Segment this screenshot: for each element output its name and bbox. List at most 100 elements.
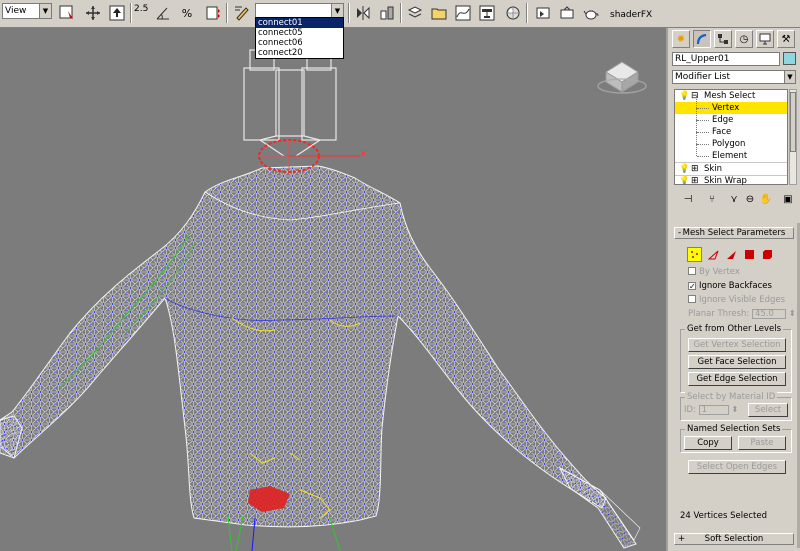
schematic-view-button[interactable] [476, 2, 498, 24]
folder-icon [431, 8, 447, 20]
select-open-edges-button[interactable]: Select Open Edges [688, 460, 786, 474]
stack-item-face[interactable]: Face [675, 120, 787, 138]
modifier-list-dropdown[interactable]: Modifier List ▼ [672, 70, 796, 84]
by-vertex-checkbox[interactable]: By Vertex [688, 267, 740, 278]
get-edge-selection-button[interactable]: Get Edge Selection [688, 372, 786, 386]
view-combo[interactable]: View ▼ [2, 3, 52, 19]
lightbulb-icon[interactable]: 💡 [679, 175, 690, 187]
stack-item-polygon[interactable]: Polygon [675, 132, 787, 150]
tab-create[interactable]: ✹ [672, 30, 690, 48]
polygon-level-icon[interactable] [742, 247, 757, 262]
paste-button[interactable]: Paste [738, 436, 786, 450]
remove-modifier-icon[interactable]: ⊖ [742, 192, 758, 208]
stack-tools: ⊣ ⑂ ⋎ ⊖ ✋ ▣ [674, 192, 796, 210]
select-by-id-button[interactable]: Select [748, 403, 788, 417]
tab-utilities[interactable]: ⚒ [777, 30, 795, 48]
rendered-frame-button[interactable] [556, 2, 578, 24]
dropdown-option[interactable]: connect01 [256, 18, 343, 28]
checkbox-box[interactable] [688, 267, 696, 275]
group-label: Get from Other Levels [685, 324, 784, 334]
teapot-icon [583, 10, 599, 20]
render-button[interactable] [580, 2, 602, 24]
make-unique-icon[interactable]: ⋎ [726, 192, 742, 208]
tab-modify[interactable] [693, 30, 711, 48]
edit-named-selections-button[interactable] [231, 2, 253, 24]
hierarchy-icon [718, 34, 728, 44]
checkbox-box-checked[interactable]: ✓ [688, 282, 696, 291]
angle-snap-button[interactable] [152, 2, 174, 24]
configure-sets-icon[interactable]: ▣ [780, 192, 796, 208]
stack-item-skin-wrap[interactable]: 💡 ⊞ Skin Wrap [675, 175, 787, 187]
material-editor-button[interactable] [502, 2, 524, 24]
rollout-title-label: Soft Selection [704, 534, 764, 544]
svg-text:×: × [360, 149, 367, 158]
named-selection-set-dropdown[interactable]: connect01 connect05 connect06 connect20 [255, 17, 344, 59]
stack-item-label: Skin [704, 164, 723, 174]
lightbulb-icon[interactable]: 💡 [679, 90, 690, 102]
show-end-result-icon[interactable]: ⑂ [704, 192, 720, 208]
object-color-swatch[interactable] [783, 52, 796, 65]
scrollbar-thumb[interactable] [790, 92, 796, 152]
ignore-backfaces-checkbox[interactable]: ✓ Ignore Backfaces [688, 281, 772, 292]
collapse-minus-icon: - [678, 228, 682, 238]
spinner-snap-button[interactable] [202, 2, 224, 24]
vertex-level-icon[interactable] [687, 247, 702, 262]
align-icon [380, 6, 394, 20]
command-panel-tabs: ✹ ◷ ⚒ [672, 30, 798, 50]
object-name-field[interactable]: RL_Upper01 [672, 52, 780, 66]
element-level-icon[interactable] [760, 247, 775, 262]
stack-item-edge[interactable]: Edge [675, 108, 787, 126]
modifier-stack-scrollbar[interactable] [789, 89, 797, 185]
mesh-select-parameters-rollout[interactable]: - Mesh Select Parameters [674, 227, 794, 239]
configure-modifier-sets-icon[interactable]: ✋ [758, 192, 774, 208]
face-level-icon[interactable] [724, 247, 739, 262]
checkbox-box[interactable] [688, 295, 696, 303]
stack-item-vertex[interactable]: Vertex [675, 96, 787, 114]
mirror-button[interactable] [352, 2, 374, 24]
material-sphere-icon [506, 6, 520, 20]
stack-item-skin[interactable]: 💡 ⊞ Skin [675, 163, 787, 175]
edge-level-icon[interactable] [706, 247, 721, 262]
dropdown-option[interactable]: connect05 [256, 28, 343, 38]
lightbulb-icon[interactable]: 💡 [679, 163, 690, 175]
soft-selection-rollout[interactable]: + Soft Selection [674, 533, 794, 545]
material-id-input[interactable]: 1 [698, 405, 729, 415]
viewcube[interactable] [597, 61, 647, 94]
expand-plus-icon[interactable]: ⊞ [691, 163, 699, 175]
pencil-icon [235, 6, 249, 21]
spinner-icon[interactable]: ⬍ [731, 405, 738, 415]
align-button[interactable] [376, 2, 398, 24]
stack-item-element[interactable]: Element [675, 144, 787, 162]
get-vertex-selection-button[interactable]: Get Vertex Selection [688, 338, 786, 352]
tab-motion[interactable]: ◷ [735, 30, 753, 48]
curve-editor-button[interactable] [452, 2, 474, 24]
scene-explorer-button[interactable] [428, 2, 450, 24]
viewport-perspective[interactable]: × [0, 28, 666, 551]
dropdown-option[interactable]: connect06 [256, 38, 343, 48]
snap-value[interactable]: 2.5 [134, 4, 148, 24]
layer-manager-button[interactable] [404, 2, 426, 24]
tab-display[interactable] [756, 30, 774, 48]
pin-stack-icon[interactable]: ⊣ [680, 192, 696, 208]
modifier-stack[interactable]: 💡 ⊟ Mesh Select Vertex Edge Face Polygon [674, 89, 788, 187]
get-face-selection-button[interactable]: Get Face Selection [688, 355, 786, 369]
expand-plus-icon[interactable]: ⊞ [691, 175, 699, 187]
tab-hierarchy[interactable] [714, 30, 732, 48]
planar-thresh-input[interactable]: 45.0 [752, 309, 786, 319]
place-button[interactable] [106, 2, 128, 24]
stack-item-mesh-select[interactable]: 💡 ⊟ Mesh Select [675, 90, 787, 102]
move-button[interactable] [82, 2, 104, 24]
spinner-icon[interactable]: ⬍ [789, 309, 796, 319]
copy-button[interactable]: Copy [684, 436, 732, 450]
move-icon [86, 6, 100, 20]
percent-snap-button[interactable]: % [176, 2, 198, 24]
jacket-wireframe-mesh[interactable] [0, 165, 641, 549]
collapse-minus-icon[interactable]: ⊟ [691, 90, 699, 102]
ignore-visible-edges-checkbox[interactable]: Ignore Visible Edges [688, 295, 785, 306]
dropdown-option[interactable]: connect20 [256, 48, 343, 58]
viewport-canvas[interactable]: × [0, 28, 666, 551]
shaderfx-button[interactable]: shaderFX [610, 10, 652, 20]
select-and-link-button[interactable] [56, 2, 78, 24]
group-label: Select by Material ID [685, 392, 778, 402]
render-setup-button[interactable] [532, 2, 554, 24]
